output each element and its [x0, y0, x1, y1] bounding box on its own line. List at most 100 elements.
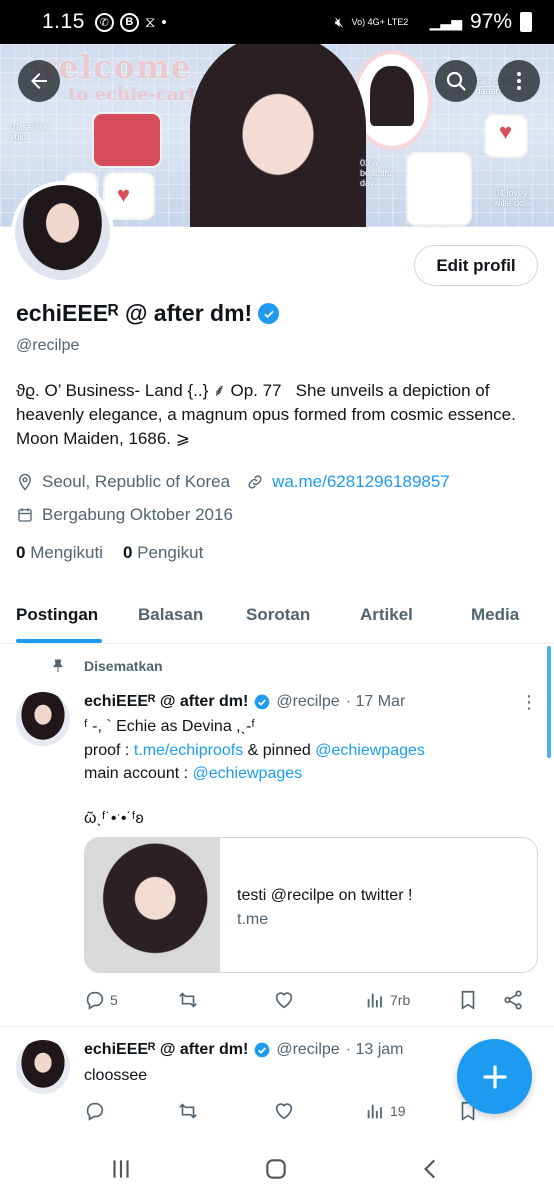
followers-count: 0	[122, 543, 133, 562]
compose-post-button[interactable]	[457, 1039, 532, 1114]
post-text-line-2: proof : t.me/echiproofs & pinned @echiew…	[84, 739, 425, 762]
tab-media[interactable]: Media	[471, 605, 519, 625]
heart-icon: ♥	[499, 119, 513, 144]
post-author-name[interactable]: echiEEEᴿ @ after dm!	[84, 1041, 248, 1059]
tab-sorotan[interactable]: Sorotan	[246, 605, 310, 625]
avatar-image	[15, 185, 110, 280]
status-time: 1.15	[42, 10, 85, 33]
like-button[interactable]	[273, 1100, 295, 1122]
views-chart-icon	[367, 993, 382, 1008]
following-count: 0	[16, 543, 26, 562]
post-text: cloossee	[84, 1067, 148, 1084]
reply-button[interactable]	[84, 1100, 106, 1122]
followers-link[interactable]: 0 Pengikut	[123, 543, 203, 563]
more-options-button[interactable]	[498, 60, 540, 102]
like-button[interactable]	[273, 989, 295, 1011]
post-mention-link[interactable]: @echiewpages	[193, 765, 303, 782]
repost-button[interactable]	[177, 989, 199, 1011]
location-pin-icon	[19, 473, 31, 491]
post-author-handle: @recilpe	[276, 1041, 340, 1058]
link-icon	[248, 475, 262, 489]
bookmark-icon	[461, 990, 475, 1010]
following-label: Mengikuti	[30, 543, 103, 562]
post-header: echiEEEᴿ @ after dm! @recilpe · 13 jam	[84, 1041, 404, 1059]
edit-profile-button[interactable]: Edit profil	[414, 245, 538, 286]
plus-icon	[482, 1064, 507, 1089]
heart-icon	[275, 992, 293, 1009]
post-author-name[interactable]: echiEEEᴿ @ after dm!	[84, 693, 248, 711]
profile-handle: @recilpe	[16, 337, 80, 354]
profile-joined-date: Bergabung Oktober 2016	[42, 505, 233, 524]
banner-subtitle-text: to echie-cart	[68, 84, 197, 105]
post-avatar[interactable]	[16, 1040, 70, 1094]
post-link-proofs[interactable]: t.me/echiproofs	[134, 742, 243, 759]
views-button[interactable]: 19	[364, 1100, 406, 1122]
link-preview-card[interactable]: testi @recilpe on twitter ! t.me	[84, 837, 538, 973]
link-preview-text: testi @recilpe on twitter ! t.me	[220, 838, 412, 972]
post-text-line-3: main account : @echiewpages	[84, 762, 302, 785]
heart-icon: ♥	[117, 182, 131, 207]
back-nav-icon[interactable]	[418, 1156, 444, 1182]
profile-location: Seoul, Republic of Korea	[42, 472, 231, 491]
following-link[interactable]: 0 Mengikuti	[16, 543, 103, 563]
back-button[interactable]	[18, 60, 60, 102]
repost-button[interactable]	[177, 1100, 199, 1122]
tab-artikel[interactable]: Artikel	[360, 605, 413, 625]
recent-apps-icon[interactable]	[108, 1156, 134, 1182]
post-time[interactable]: · 17 Mar	[346, 693, 406, 711]
active-tab-indicator	[16, 639, 102, 643]
heart-icon	[275, 1103, 293, 1120]
post-more-icon[interactable]: ⋮	[520, 693, 538, 717]
views-count: 7rb	[390, 992, 411, 1008]
profile-avatar[interactable]	[11, 181, 114, 284]
signal-icon: ▁▃▅	[429, 13, 462, 30]
link-preview-domain: t.me	[237, 911, 269, 928]
views-button[interactable]: 7rb	[364, 989, 410, 1011]
capcut-icon: ⧖	[144, 13, 156, 31]
status-bar: 1.15 ✆ B ⧖ • 🔇︎ Vo) 4G+ LTE2 ▁▃▅ 97%	[0, 0, 554, 44]
verified-badge-icon	[254, 694, 270, 710]
reply-icon	[86, 991, 104, 1010]
scrollbar[interactable]	[547, 646, 551, 758]
tab-balasan[interactable]: Balasan	[138, 605, 203, 625]
profile-bio: ϑϱ. O’ Business- Land {..} ⸙ Op. 77 She …	[16, 381, 516, 448]
whatsapp-icon: ✆	[94, 12, 114, 32]
post-actions: 5 7rb	[84, 989, 538, 1013]
banner-caption-1: 01 sajarik yuki	[10, 122, 49, 142]
profile-joined-row: Bergabung Oktober 2016	[16, 505, 233, 525]
follow-stats: 0 Mengikuti 0 Pengikut	[16, 543, 203, 563]
pinned-indicator: Disematkan	[50, 658, 163, 674]
post-text: main account :	[84, 765, 193, 782]
notification-icons: ✆ B ⧖ •	[94, 12, 167, 32]
calendar-icon	[18, 508, 32, 522]
verified-badge-icon	[254, 1042, 270, 1058]
post-text: proof :	[84, 742, 134, 759]
post-text-line-4: ῶˎᶠ˙•ˑ•˙ᶠʚ	[84, 810, 149, 827]
link-preview-title: testi @recilpe on twitter !	[237, 887, 413, 904]
banner-caption-3: 03 a beautiful day	[360, 158, 395, 188]
post-time[interactable]: · 13 jam	[346, 1041, 404, 1059]
tab-postingan[interactable]: Postingan	[16, 605, 98, 625]
home-icon[interactable]	[263, 1156, 289, 1182]
reply-icon	[86, 1102, 104, 1121]
search-button[interactable]	[435, 60, 477, 102]
network-label: Vo) 4G+ LTE2	[351, 17, 409, 27]
status-right: 🔇︎ Vo) 4G+ LTE2 ▁▃▅ 97%	[335, 10, 532, 34]
banner-portrait	[190, 44, 366, 227]
post-header: echiEEEᴿ @ after dm! @recilpe · 17 Mar	[84, 693, 405, 711]
post-mention-link[interactable]: @echiewpages	[315, 742, 425, 759]
mute-icon: 🔇︎	[334, 13, 344, 30]
reply-button[interactable]: 5	[84, 989, 118, 1011]
share-button[interactable]	[502, 989, 524, 1011]
post-avatar[interactable]	[16, 692, 70, 746]
banner-caption-4: 04 lovey wille dollie	[494, 188, 536, 208]
post-divider	[0, 1026, 554, 1027]
bookmark-button[interactable]	[457, 989, 479, 1011]
share-icon	[504, 990, 522, 1010]
arrow-left-icon	[31, 73, 47, 89]
post-text-line-1: ᶠ -, ` Echie as Devina ,ˎ-ᶠ	[84, 718, 255, 735]
more-vertical-icon	[517, 72, 521, 90]
verified-badge-icon[interactable]	[258, 303, 280, 324]
profile-website-link[interactable]: wa.me/6281296189857	[272, 472, 450, 492]
search-icon	[446, 71, 466, 91]
